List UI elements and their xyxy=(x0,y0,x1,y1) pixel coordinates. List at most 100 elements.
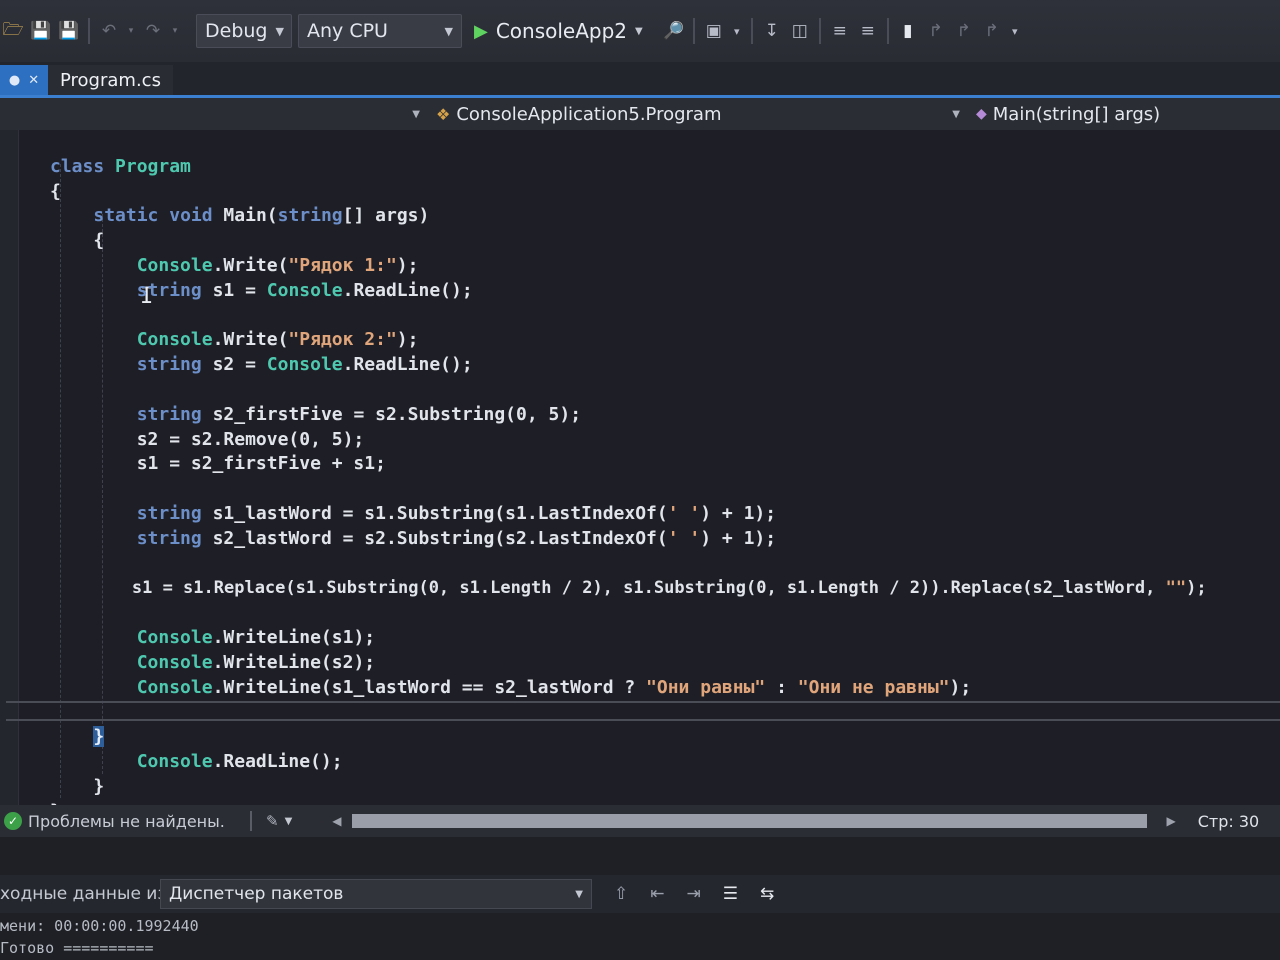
bookmark-icon[interactable]: ▮ xyxy=(897,20,919,42)
code-line: Console.ReadLine(); xyxy=(136,750,343,772)
code-line: string s1 = Console.ReadLine(); xyxy=(136,279,473,301)
code-line: s1 = s1.Replace(s1.Substring(0, s1.Lengt… xyxy=(50,578,1207,599)
code-line: string s1_lastWord = s1.Substring(s1.Las… xyxy=(136,502,777,524)
type-label: ConsoleApplication5.Program xyxy=(456,103,722,125)
method-icon: ◆ xyxy=(976,106,987,122)
code-line: } xyxy=(93,726,105,748)
chevron-down-icon: ▼ xyxy=(275,24,284,38)
save-icon[interactable]: 💾 xyxy=(30,20,52,42)
word-wrap-icon[interactable]: ⇆ xyxy=(760,884,774,904)
chevron-down-icon: ▼ xyxy=(444,24,453,38)
outdent-icon[interactable]: ≡ xyxy=(857,20,879,42)
code-line: Console.WriteLine(s1); xyxy=(136,626,376,648)
config-dropdown[interactable]: Debug ▼ xyxy=(196,14,292,48)
document-tabs: ● ✕ Program.cs xyxy=(0,62,1280,98)
code-line: s2 = s2.Remove(0, 5); xyxy=(50,428,365,450)
output-panel: ходные данные из: Диспетчер пакетов ▼ ⇧ … xyxy=(0,837,1280,960)
code-line: Console.WriteLine(s2); xyxy=(136,651,376,673)
issues-status[interactable]: Проблемы не найдены. xyxy=(28,812,238,831)
indent-icon[interactable]: ≡ xyxy=(829,20,851,42)
ok-icon: ✓ xyxy=(4,812,22,830)
status-separator xyxy=(250,811,252,831)
platform-label: Any CPU xyxy=(307,20,388,42)
line-indicator: Стр: 30 xyxy=(1197,811,1260,831)
tab-pin-area[interactable]: ● ✕ xyxy=(0,65,48,95)
code-line: Console.Write("Рядок 1:"); xyxy=(136,254,419,276)
next-bookmark-icon[interactable]: ↱ xyxy=(953,20,975,42)
prev-message-icon[interactable]: ⇤ xyxy=(650,884,664,904)
code-line: string s2_firstFive = s2.Substring(0, 5)… xyxy=(136,403,582,425)
undo-icon[interactable]: ↶ xyxy=(98,20,120,42)
customize-dropdown-icon[interactable]: ▾ xyxy=(1009,20,1021,42)
undo-dropdown-icon[interactable]: ▾ xyxy=(126,20,136,42)
start-project-label: ConsoleApp2 xyxy=(495,19,628,43)
step-into-icon[interactable]: ↧ xyxy=(761,20,783,42)
code-line: Console.Write("Рядок 2:"); xyxy=(136,329,419,351)
class-icon: ❖ xyxy=(436,104,451,124)
code-line: static void Main(string[] args) xyxy=(93,205,430,227)
toolbar-separator xyxy=(818,18,821,44)
output-source-dropdown[interactable]: Диспетчер пакетов ▼ xyxy=(160,879,592,909)
toolbar-separator xyxy=(750,18,753,44)
code-line: string s2 = Console.ReadLine(); xyxy=(136,354,473,376)
editor-status-bar: ✓ Проблемы не найдены. ✎ ▼ ◀ ▶ Стр: 30 xyxy=(0,805,1280,837)
output-elapsed-line: мени: 00:00:00.1992440 xyxy=(0,917,199,935)
close-icon[interactable]: ✕ xyxy=(28,73,39,88)
output-source-value: Диспетчер пакетов xyxy=(169,884,344,904)
code-line: class Program xyxy=(50,155,191,177)
redo-dropdown-icon[interactable]: ▾ xyxy=(170,20,180,42)
scrollbar-thumb[interactable] xyxy=(351,814,1147,828)
screenshot-icon[interactable]: ▣ xyxy=(703,20,725,42)
chevron-down-icon: ▼ xyxy=(635,25,643,37)
navigation-bar: ▼ ❖ ConsoleApplication5.Program ▼ ◆ Main… xyxy=(0,98,1280,130)
code-line: { xyxy=(50,180,61,202)
toolbar-separator xyxy=(692,18,695,44)
code-editor[interactable]: I class Program{ static void Main(string… xyxy=(0,130,1280,805)
tab-label: Program.cs xyxy=(60,69,161,91)
pin-icon[interactable]: ● xyxy=(9,73,20,88)
code-text[interactable]: class Program { static void Main(string[]… xyxy=(50,130,1207,805)
chevron-down-icon[interactable]: ▼ xyxy=(285,816,293,827)
prev-bookmark-icon[interactable]: ↱ xyxy=(925,20,947,42)
save-all-icon[interactable]: 💾 xyxy=(58,20,80,42)
clear-all-icon[interactable]: ☰ xyxy=(723,884,738,904)
clear-bookmark-icon[interactable]: ↱ xyxy=(981,20,1003,42)
chevron-down-icon: ▼ xyxy=(952,108,960,120)
find-message-icon[interactable]: ⇧ xyxy=(614,884,628,904)
play-icon: ▶ xyxy=(474,20,488,42)
main-toolbar: 🗁 💾 💾 ↶ ▾ ↷ ▾ Debug ▼ Any CPU ▼ ▶ Consol… xyxy=(0,0,1280,62)
type-dropdown[interactable]: ❖ ConsoleApplication5.Program ▼ xyxy=(428,98,968,130)
next-message-icon[interactable]: ⇥ xyxy=(687,884,701,904)
horizontal-scrollbar[interactable] xyxy=(351,814,1147,828)
folder-icon[interactable]: 🗁 xyxy=(2,20,24,42)
more-dropdown-icon[interactable]: ▾ xyxy=(731,20,743,42)
code-line: } xyxy=(50,775,105,797)
platform-dropdown[interactable]: Any CPU ▼ xyxy=(298,14,462,48)
member-label: Main(string[] args) xyxy=(992,103,1161,125)
code-line: string s2_lastWord = s2.Substring(s2.Las… xyxy=(136,527,777,549)
toolbar-separator xyxy=(88,18,90,44)
code-line: { xyxy=(50,230,105,252)
brush-icon[interactable]: ✎ xyxy=(266,812,279,830)
start-button[interactable]: ▶ ConsoleApp2 ▼ xyxy=(468,14,649,48)
find-icon[interactable]: 🔎 xyxy=(663,20,685,42)
redo-icon[interactable]: ↷ xyxy=(142,20,164,42)
project-dropdown[interactable]: ▼ xyxy=(0,98,428,130)
toolbar-separator xyxy=(886,18,889,44)
tab-program-cs[interactable]: Program.cs xyxy=(48,65,173,95)
output-source-label: ходные данные из: xyxy=(0,884,160,904)
output-toolbar: ходные данные из: Диспетчер пакетов ▼ ⇧ … xyxy=(0,875,1280,913)
scroll-left-icon[interactable]: ◀ xyxy=(332,814,341,828)
chevron-down-icon: ▼ xyxy=(575,888,583,900)
window-icon[interactable]: ◫ xyxy=(789,20,811,42)
scroll-right-icon[interactable]: ▶ xyxy=(1167,814,1176,828)
code-line: Console.WriteLine(s1_lastWord == s2_last… xyxy=(136,676,972,698)
output-done-line: Готово ========== xyxy=(0,939,154,957)
member-dropdown[interactable]: ◆ Main(string[] args) xyxy=(968,98,1280,130)
